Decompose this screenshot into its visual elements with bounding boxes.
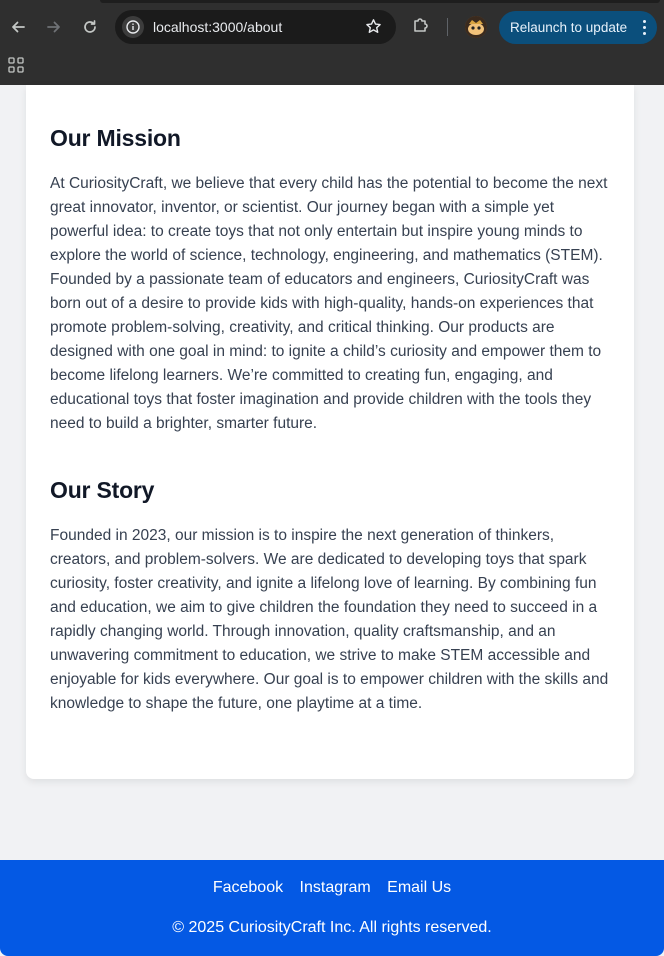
footer-links: Facebook Instagram Email Us [0, 879, 664, 897]
more-menu-icon[interactable] [643, 20, 647, 36]
relaunch-label: Relaunch to update [510, 20, 628, 35]
site-footer: Facebook Instagram Email Us © 2025 Curio… [0, 860, 664, 956]
forward-icon[interactable] [42, 15, 66, 39]
relaunch-update-button[interactable]: Relaunch to update [499, 11, 657, 44]
bookmark-star-icon[interactable] [365, 18, 382, 40]
email-us-link[interactable]: Email Us [387, 879, 451, 896]
mission-heading: Our Mission [50, 125, 181, 151]
address-bar[interactable]: localhost:3000/about [115, 10, 396, 44]
toolbar-divider [447, 18, 448, 36]
tab-strip-edge [100, 0, 660, 3]
facebook-link[interactable]: Facebook [213, 879, 283, 896]
about-card: Our Mission At CuriosityCraft, we believ… [26, 85, 634, 779]
address-url[interactable]: localhost:3000/about [153, 19, 282, 35]
instagram-link[interactable]: Instagram [300, 879, 371, 896]
profile-avatar[interactable] [465, 16, 487, 38]
reload-icon[interactable] [78, 15, 102, 39]
apps-grid-icon[interactable] [8, 57, 24, 73]
mission-text: At CuriosityCraft, we believe that every… [50, 175, 608, 432]
extensions-puzzle-icon[interactable] [411, 15, 431, 40]
copyright-text: © 2025 CuriosityCraft Inc. All rights re… [172, 919, 492, 936]
story-text: Founded in 2023, our mission is to inspi… [50, 527, 609, 712]
site-info-icon[interactable] [122, 16, 144, 38]
browser-toolbar: localhost:3000/about Relaunch to update [0, 0, 664, 85]
back-icon[interactable] [6, 15, 30, 39]
story-heading: Our Story [50, 477, 155, 503]
